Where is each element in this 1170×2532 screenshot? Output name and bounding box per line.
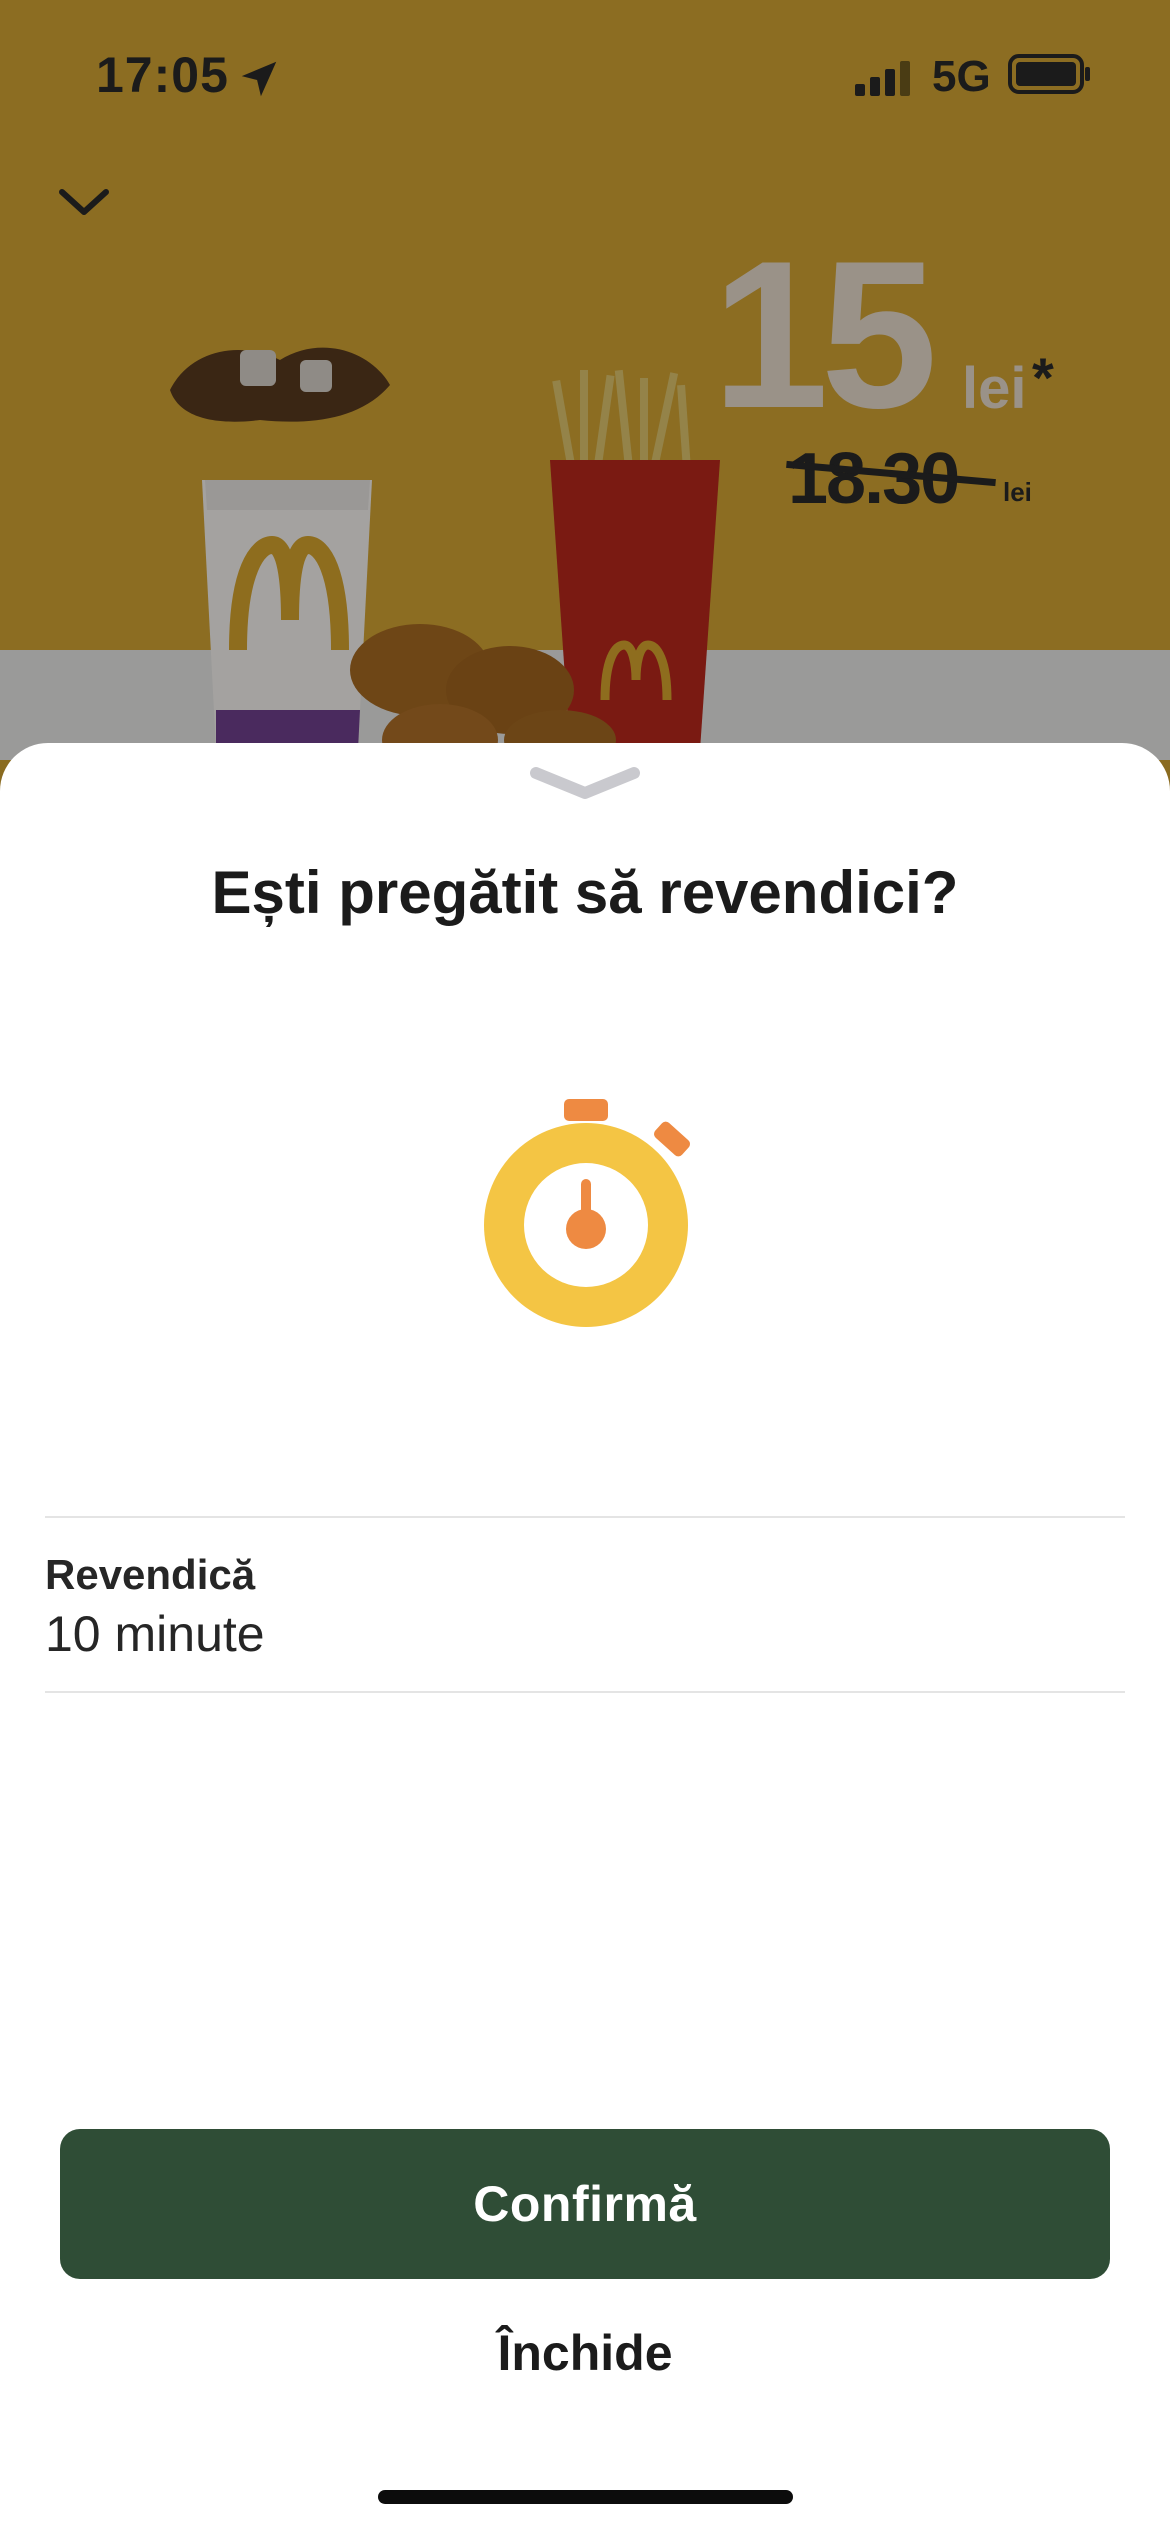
offer-price: 15	[712, 217, 938, 452]
offer-hero-image: 17:05 5G 15 lei * 18.30 lei	[0, 0, 1170, 760]
battery-icon	[1008, 54, 1090, 94]
claim-time-label: Revendică	[45, 1551, 256, 1598]
meal-illustration	[170, 347, 720, 750]
claim-bottom-sheet: Ești pregătit să revendici? Revendică 10…	[0, 743, 1170, 2532]
collapse-button[interactable]	[52, 170, 116, 234]
chevron-down-icon[interactable]	[528, 765, 642, 801]
location-arrow-icon	[241, 61, 277, 97]
network-type: 5G	[932, 52, 991, 101]
status-time: 17:05	[96, 47, 229, 103]
status-bar: 17:05 5G	[0, 0, 1170, 150]
divider-top	[45, 1516, 1125, 1518]
chevron-down-icon	[59, 189, 109, 215]
offer-price-unit: lei	[962, 356, 1027, 421]
sheet-title: Ești pregătit să revendici?	[211, 859, 959, 926]
home-indicator	[378, 2490, 793, 2504]
offer-price-asterisk: *	[1032, 346, 1054, 409]
close-button[interactable]: Închide	[385, 2313, 785, 2393]
claim-time-value: 10 minute	[45, 1606, 265, 1662]
stopwatch-icon	[484, 1099, 691, 1327]
confirm-button[interactable]: Confirmă	[60, 2129, 1110, 2279]
divider-bottom	[45, 1691, 1125, 1693]
original-price-unit: lei	[1003, 477, 1032, 507]
signal-bars-icon	[855, 61, 910, 96]
